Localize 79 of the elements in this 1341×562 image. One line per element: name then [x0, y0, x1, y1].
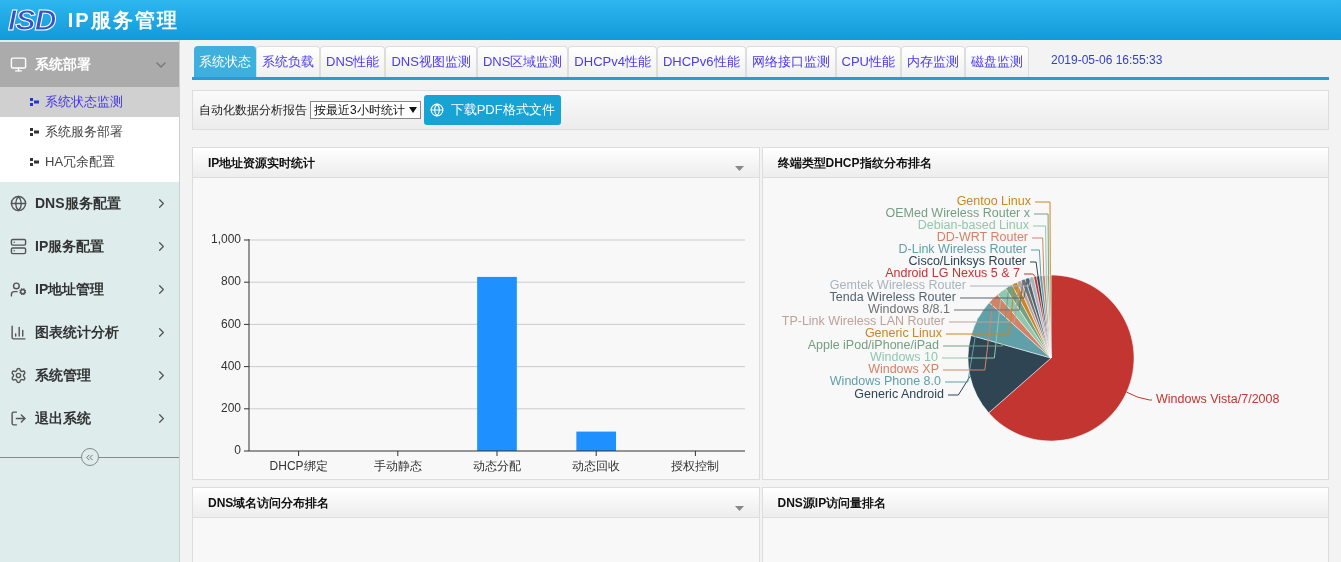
section-label: 退出系统	[35, 409, 92, 428]
pie-label: Cisco/Linksys Router	[908, 254, 1026, 269]
category-label: 手动静态	[373, 459, 422, 474]
bar	[576, 431, 617, 451]
sidebar-section[interactable]: 退出系统	[0, 397, 179, 440]
pie-label: Windows XP	[867, 362, 939, 377]
axis-label: 200	[220, 400, 241, 415]
section-icon	[10, 238, 27, 255]
globe-icon	[429, 103, 444, 117]
pie-label: OEMed Wireless Router x	[885, 206, 1030, 221]
pie-label: Gemtek Wireless Router	[829, 278, 966, 293]
category-label: 动态分配	[473, 459, 521, 474]
category-label: DHCP绑定	[269, 459, 328, 474]
timestamp: 2019-05-06 16:55:33	[1050, 52, 1163, 69]
axis-label: 800	[220, 274, 241, 289]
section-label: 系统管理	[35, 366, 92, 385]
section-icon	[10, 324, 27, 341]
tab[interactable]: 网络接口监测	[745, 46, 836, 77]
pie-label: Gentoo Linux	[956, 194, 1031, 209]
leader-line	[1125, 391, 1152, 401]
tab[interactable]: CPU性能	[835, 46, 901, 77]
axis-label: 600	[220, 316, 241, 331]
bullet-icon	[30, 158, 39, 166]
pie-label: Windows Vista/7/2008	[1155, 392, 1279, 407]
sidebar-item[interactable]: 系统服务部署	[0, 117, 179, 147]
sidebar-section[interactable]: IP地址管理	[0, 268, 179, 311]
pie-label: DD-WRT Router	[936, 230, 1028, 245]
panel-title: DNS域名访问分布排名	[208, 494, 331, 512]
sidebar-section[interactable]: 图表统计分析	[0, 311, 179, 354]
tab[interactable]: DNS区域监测	[476, 46, 569, 77]
bullet-icon	[30, 98, 39, 106]
tab[interactable]: DNS性能	[320, 46, 386, 77]
section-label: DNS服务配置	[35, 194, 122, 213]
pie-label: TP-Link Wireless LAN Router	[781, 314, 945, 329]
pie-label: Apple iPod/iPhone/iPad	[807, 338, 939, 353]
section-label: IP地址管理	[35, 280, 106, 299]
logo: ISD	[8, 5, 56, 35]
pie-label: Generic Linux	[864, 326, 942, 341]
sidebar-section[interactable]: DNS服务配置	[0, 182, 179, 225]
category-label: 动态回收	[572, 459, 621, 474]
tab[interactable]: 磁盘监测	[964, 46, 1029, 77]
pie-label: Generic Android	[853, 387, 944, 402]
axis-label: 400	[220, 358, 241, 373]
pie-label: Windows Phone 8.0	[829, 374, 941, 389]
report-label: 自动化数据分析报告	[199, 102, 307, 119]
tab[interactable]: 系统负载	[256, 46, 320, 77]
dropdown-arrow-icon[interactable]	[734, 506, 744, 511]
pie-label: Windows 8/8.1	[867, 302, 950, 317]
pie-label: Tenda Wireless Router	[829, 290, 956, 305]
pie-label: Windows 10	[869, 350, 938, 365]
tab[interactable]: DHCPv6性能	[656, 46, 746, 77]
dropdown-arrow-icon	[408, 107, 417, 113]
section-icon	[10, 410, 27, 427]
sidebar-section[interactable]: IP服务配置	[0, 225, 179, 268]
dropdown-arrow-icon[interactable]	[734, 166, 744, 171]
app-title: IP服务管理	[67, 8, 179, 33]
axis-label: 1,000	[210, 232, 241, 247]
bullet-icon	[30, 128, 39, 136]
section-label: 图表统计分析	[35, 323, 120, 342]
period-select[interactable]: 按最近3小时统计	[310, 101, 421, 119]
panel-title: 终端类型DHCP指纹分布排名	[777, 154, 933, 172]
section-label: 系统部署	[35, 55, 92, 74]
panel-title: DNS源IP访问量排名	[777, 494, 888, 512]
section-icon	[10, 281, 27, 298]
pie-label: D-Link Wireless Router	[898, 242, 1027, 257]
tab[interactable]: DNS视图监测	[385, 46, 477, 77]
section-icon	[10, 56, 27, 73]
tab[interactable]: 内存监测	[900, 46, 965, 77]
section-icon	[10, 195, 27, 212]
sidebar-section[interactable]: 系统管理	[0, 354, 179, 397]
section-label: IP服务配置	[35, 237, 106, 256]
pie-label: Debian-based Linux	[917, 218, 1029, 233]
sidebar-item[interactable]: HA冗余配置	[0, 147, 179, 177]
sidebar-item[interactable]: 系统状态监测	[0, 87, 179, 117]
axis-label: 0	[234, 443, 241, 458]
category-label: 授权控制	[671, 459, 720, 474]
section-icon	[10, 367, 27, 384]
tab[interactable]: DHCPv4性能	[568, 46, 657, 77]
panel-title: IP地址资源实时统计	[208, 154, 317, 172]
